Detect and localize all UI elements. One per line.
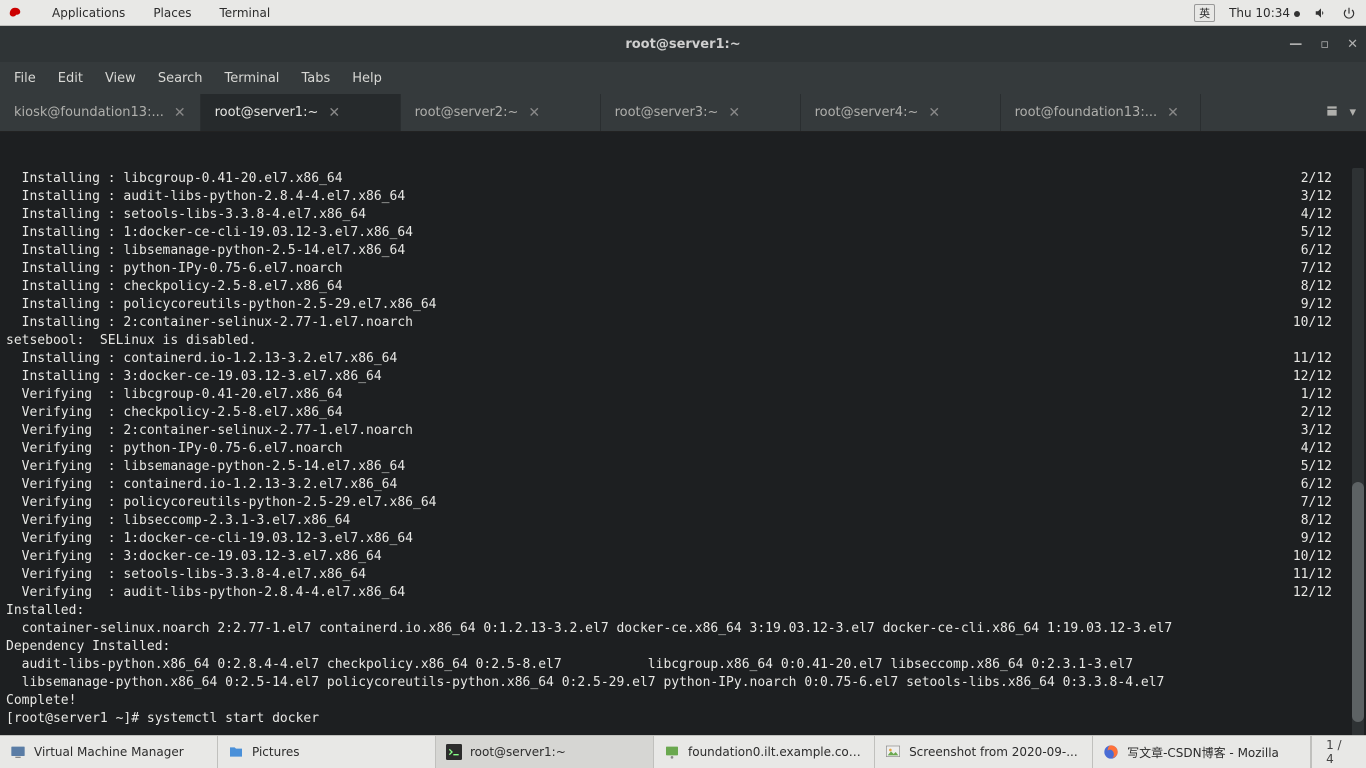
taskbar-item[interactable]: root@server1:~: [436, 736, 654, 768]
menu-terminal[interactable]: Terminal: [224, 71, 279, 86]
gnome-top-panel: Applications Places Terminal 英 Thu 10:34: [0, 0, 1366, 26]
terminal-line: Dependency Installed:: [6, 638, 1360, 656]
terminal-icon: [446, 744, 462, 760]
terminal-line: Verifying : libseccomp-2.3.1-3.el7.x86_6…: [6, 512, 1360, 530]
applications-menu[interactable]: Applications: [48, 6, 129, 20]
terminal-line: Verifying : checkpolicy-2.5-8.el7.x86_64…: [6, 404, 1360, 422]
menu-file[interactable]: File: [14, 71, 36, 86]
window-minimize-button[interactable]: —: [1289, 37, 1302, 52]
scrollbar-thumb[interactable]: [1352, 482, 1364, 722]
terminal-line: Installing : audit-libs-python-2.8.4-4.e…: [6, 188, 1360, 206]
vm-icon: [10, 744, 26, 760]
terminal-line: Installing : 2:container-selinux-2.77-1.…: [6, 314, 1360, 332]
taskbar-label: 写文章-CSDN博客 - Mozilla: [1127, 744, 1279, 761]
terminal-line: container-selinux.noarch 2:2.77-1.el7 co…: [6, 620, 1360, 638]
image-icon: [885, 744, 901, 760]
tab-label: root@server4:~: [815, 105, 919, 120]
folder-icon: [228, 744, 244, 760]
tabbar-menu-icon[interactable]: ▾: [1349, 105, 1356, 120]
terminal-tab[interactable]: root@server1:~ ✕: [201, 94, 401, 131]
terminal-tab[interactable]: root@server3:~ ✕: [601, 94, 801, 131]
redhat-logo-icon: [8, 6, 22, 20]
taskbar-item[interactable]: foundation0.ilt.example.com...: [654, 736, 875, 768]
window-titlebar: root@server1:~ — ▫ ✕: [0, 26, 1366, 62]
tab-label: root@server3:~: [615, 105, 719, 120]
window-close-button[interactable]: ✕: [1347, 37, 1358, 52]
volume-icon[interactable]: [1314, 6, 1328, 20]
terminal-line: Installing : setools-libs-3.3.8-4.el7.x8…: [6, 206, 1360, 224]
terminal-line: Verifying : 3:docker-ce-19.03.12-3.el7.x…: [6, 548, 1360, 566]
firefox-icon: [1103, 744, 1119, 760]
taskbar-item[interactable]: Virtual Machine Manager: [0, 736, 218, 768]
terminal-line: Installing : libcgroup-0.41-20.el7.x86_6…: [6, 170, 1360, 188]
menu-help[interactable]: Help: [352, 71, 382, 86]
remote-icon: [664, 744, 680, 760]
taskbar-item[interactable]: Pictures: [218, 736, 436, 768]
clock[interactable]: Thu 10:34: [1229, 6, 1300, 20]
terminal-menubar: File Edit View Search Terminal Tabs Help: [0, 62, 1366, 94]
tab-close-icon[interactable]: ✕: [728, 105, 740, 121]
terminal-line: Verifying : 1:docker-ce-cli-19.03.12-3.e…: [6, 530, 1360, 548]
places-menu[interactable]: Places: [149, 6, 195, 20]
terminal-line: libsemanage-python.x86_64 0:2.5-14.el7 p…: [6, 674, 1360, 692]
terminal-output[interactable]: Installing : libcgroup-0.41-20.el7.x86_6…: [0, 132, 1366, 737]
tab-close-icon[interactable]: ✕: [174, 105, 186, 121]
tab-label: root@foundation13:...: [1015, 105, 1158, 120]
terminal-line: Verifying : libsemanage-python-2.5-14.el…: [6, 458, 1360, 476]
taskbar-label: foundation0.ilt.example.com...: [688, 745, 864, 759]
terminal-line: Installing : 1:docker-ce-cli-19.03.12-3.…: [6, 224, 1360, 242]
menu-search[interactable]: Search: [158, 71, 203, 86]
terminal-line: Installing : libsemanage-python-2.5-14.e…: [6, 242, 1360, 260]
terminal-line: Installing : policycoreutils-python-2.5-…: [6, 296, 1360, 314]
terminal-line: audit-libs-python.x86_64 0:2.8.4-4.el7 c…: [6, 656, 1360, 674]
tab-close-icon[interactable]: ✕: [928, 105, 940, 121]
terminal-line: [root@server1 ~]# systemctl start docker: [6, 710, 1360, 728]
terminal-scrollbar[interactable]: [1352, 132, 1364, 737]
tab-close-icon[interactable]: ✕: [328, 105, 340, 121]
terminal-line: Verifying : policycoreutils-python-2.5-2…: [6, 494, 1360, 512]
power-icon[interactable]: [1342, 6, 1356, 20]
new-tab-icon[interactable]: [1325, 104, 1339, 122]
terminal-tab[interactable]: kiosk@foundation13:... ✕: [0, 94, 201, 131]
window-maximize-button[interactable]: ▫: [1320, 37, 1329, 52]
terminal-line: Installing : checkpolicy-2.5-8.el7.x86_6…: [6, 278, 1360, 296]
taskbar-item[interactable]: 写文章-CSDN博客 - Mozilla: [1093, 736, 1311, 768]
terminal-tab[interactable]: root@server2:~ ✕: [401, 94, 601, 131]
tab-label: root@server2:~: [415, 105, 519, 120]
terminal-line: Installed:: [6, 602, 1360, 620]
workspace-indicator[interactable]: 1 / 4: [1311, 736, 1366, 768]
window-title: root@server1:~: [625, 37, 740, 52]
terminal-line: Verifying : 2:container-selinux-2.77-1.e…: [6, 422, 1360, 440]
taskbar-label: Screenshot from 2020-09-...: [909, 745, 1078, 759]
terminal-line: Verifying : containerd.io-1.2.13-3.2.el7…: [6, 476, 1360, 494]
terminal-tabbar: kiosk@foundation13:...✕root@server1:~✕ro…: [0, 94, 1366, 132]
terminal-line: Verifying : setools-libs-3.3.8-4.el7.x86…: [6, 566, 1360, 584]
terminal-line: Verifying : libcgroup-0.41-20.el7.x86_64…: [6, 386, 1360, 404]
terminal-tab[interactable]: root@server4:~ ✕: [801, 94, 1001, 131]
tab-label: kiosk@foundation13:...: [14, 105, 164, 120]
taskbar-label: Pictures: [252, 745, 300, 759]
terminal-line: Installing : 3:docker-ce-19.03.12-3.el7.…: [6, 368, 1360, 386]
menu-tabs[interactable]: Tabs: [301, 71, 330, 86]
tab-label: root@server1:~: [215, 105, 319, 120]
bottom-taskbar: Virtual Machine Manager Pictures root@serv…: [0, 735, 1366, 768]
taskbar-label: Virtual Machine Manager: [34, 745, 184, 759]
taskbar-label: root@server1:~: [470, 745, 566, 759]
terminal-line: Verifying : audit-libs-python-2.8.4-4.el…: [6, 584, 1360, 602]
menu-view[interactable]: View: [105, 71, 136, 86]
ime-indicator[interactable]: 英: [1194, 4, 1215, 22]
terminal-line: Verifying : python-IPy-0.75-6.el7.noarch…: [6, 440, 1360, 458]
terminal-line: Complete!: [6, 692, 1360, 710]
tab-close-icon[interactable]: ✕: [528, 105, 540, 121]
menu-edit[interactable]: Edit: [58, 71, 83, 86]
taskbar-item[interactable]: Screenshot from 2020-09-...: [875, 736, 1093, 768]
tab-close-icon[interactable]: ✕: [1167, 105, 1179, 121]
terminal-line: Installing : python-IPy-0.75-6.el7.noarc…: [6, 260, 1360, 278]
terminal-menu[interactable]: Terminal: [215, 6, 274, 20]
terminal-line: Installing : containerd.io-1.2.13-3.2.el…: [6, 350, 1360, 368]
terminal-line: setsebool: SELinux is disabled.: [6, 332, 1360, 350]
terminal-tab[interactable]: root@foundation13:... ✕: [1001, 94, 1201, 131]
